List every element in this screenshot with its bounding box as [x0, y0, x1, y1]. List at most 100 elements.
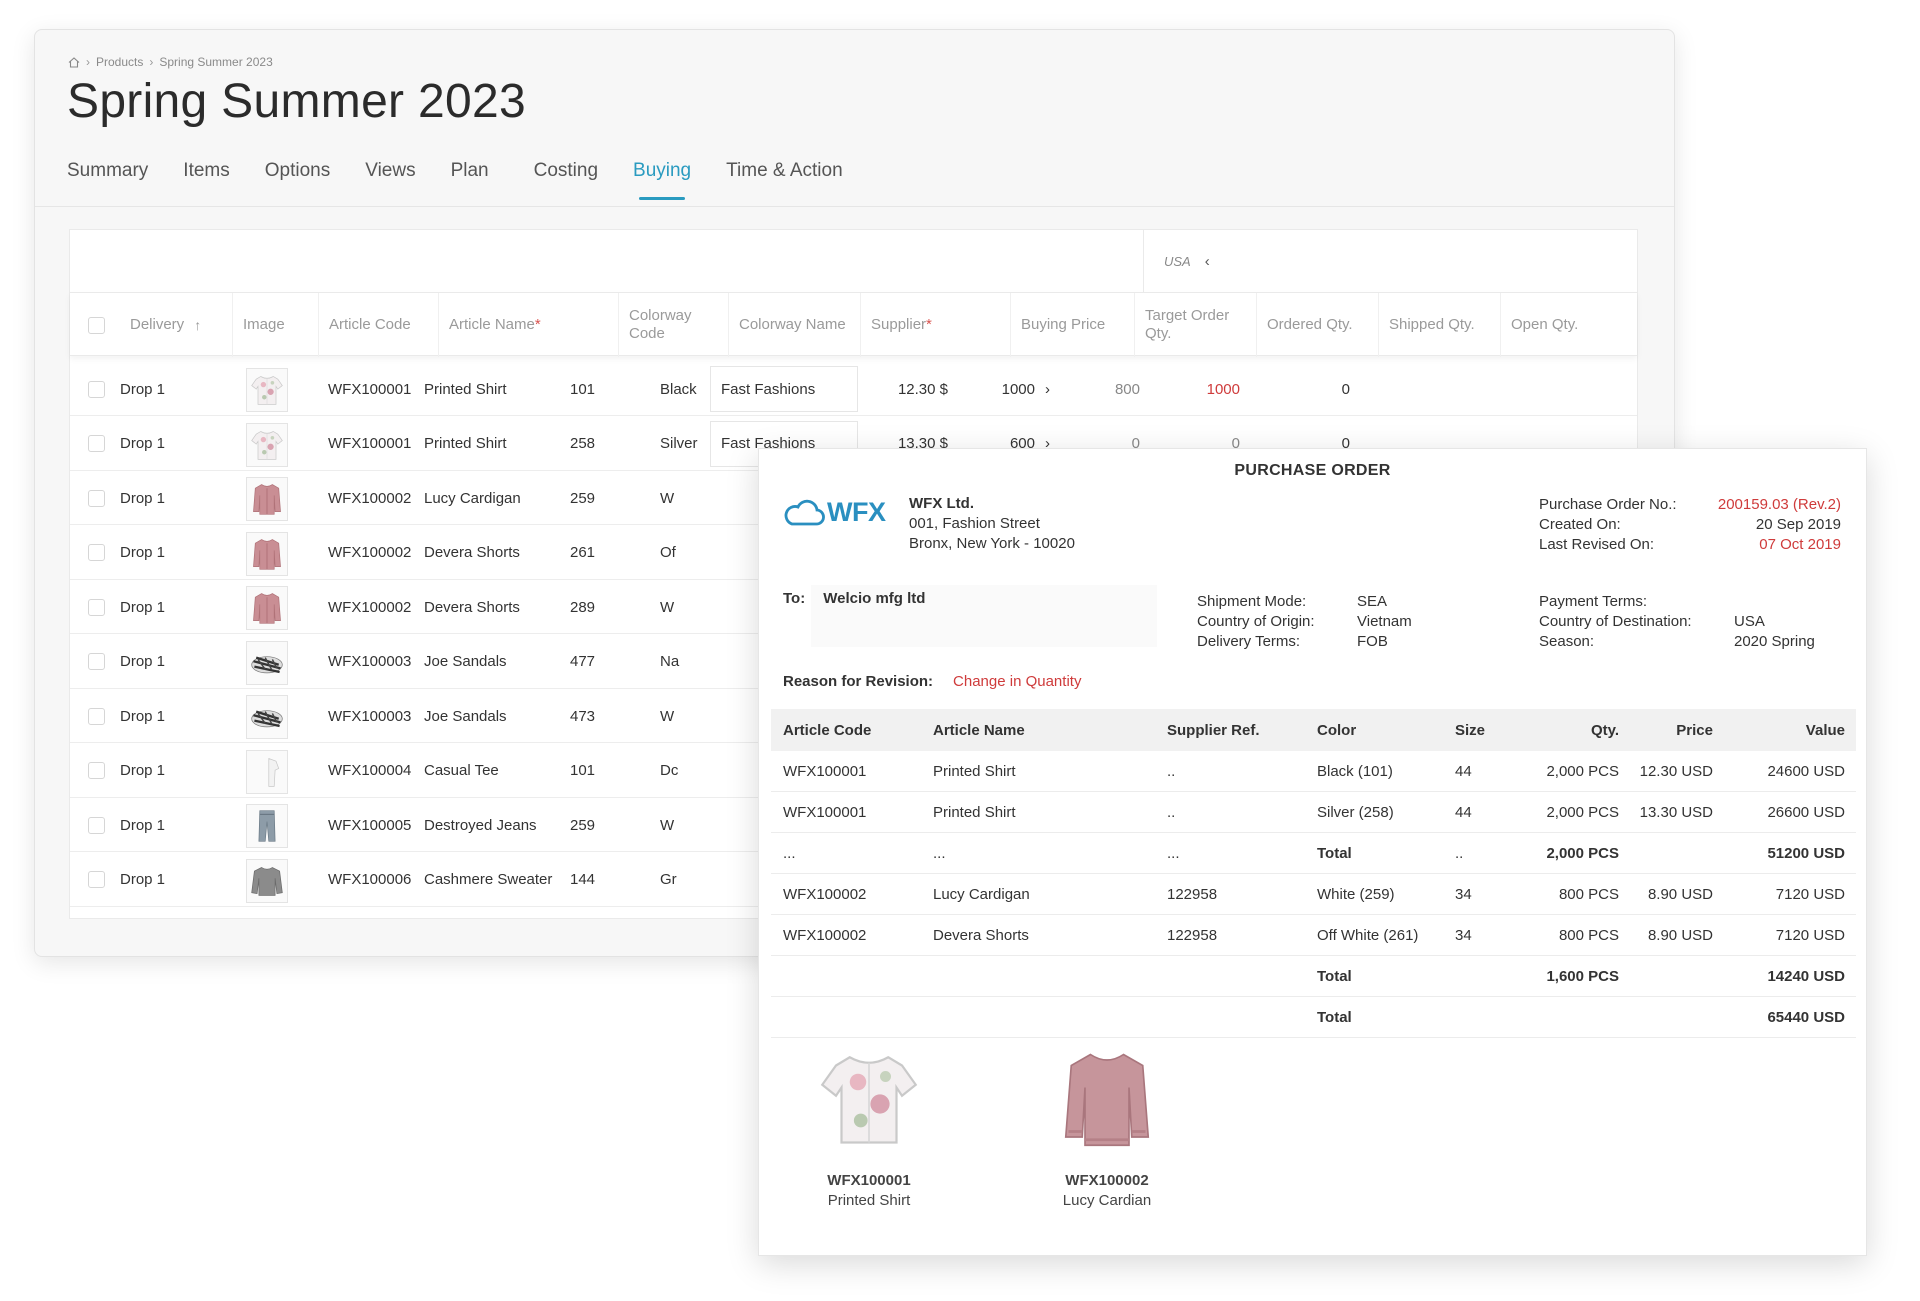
product-thumbnail[interactable]	[246, 640, 288, 685]
reason-label: Reason for Revision:	[783, 673, 934, 690]
product-thumbnail[interactable]	[246, 858, 288, 903]
tab-summary[interactable]: Summary	[67, 160, 148, 200]
row-checkbox[interactable]	[88, 489, 105, 507]
po-line-row: WFX100002 Devera Shorts 122958 Off White (2…	[771, 915, 1856, 956]
po-cell-supplier-ref: 122958	[1167, 926, 1218, 944]
page-title: Spring Summer 2023	[67, 75, 526, 128]
cell-article-code: WFX100002	[328, 489, 412, 507]
header-open-qty[interactable]: Open Qty.	[1500, 293, 1637, 357]
header-shipped-qty[interactable]: Shipped Qty.	[1378, 293, 1500, 357]
product-thumbnail[interactable]	[246, 477, 288, 521]
product-thumbnail[interactable]	[246, 586, 288, 630]
po-cell-price	[1623, 833, 1713, 873]
sort-up-icon[interactable]: ↑	[194, 316, 201, 334]
cell-article-code: WFX100003	[328, 653, 412, 670]
cell-colorway-name: W	[660, 707, 675, 725]
po-cell-article-name: Devera Shorts	[933, 926, 1029, 944]
home-icon[interactable]	[68, 56, 80, 68]
po-cell-supplier-ref: 122958	[1167, 885, 1218, 903]
row-checkbox[interactable]	[88, 707, 105, 725]
row-checkbox-cell	[88, 417, 105, 471]
po-cell-color: Black (101)	[1317, 762, 1393, 780]
row-checkbox[interactable]	[88, 653, 105, 670]
breadcrumb-products[interactable]: Products	[96, 55, 143, 69]
product-thumbnail[interactable]	[246, 531, 288, 576]
chevron-left-icon[interactable]: ‹	[1205, 253, 1210, 270]
tab-items[interactable]: Items	[183, 160, 229, 200]
row-checkbox[interactable]	[88, 544, 105, 561]
breadcrumb-current: Spring Summer 2023	[159, 55, 273, 69]
row-checkbox-cell	[88, 471, 105, 525]
cell-colorway-code: 473	[570, 707, 596, 725]
supplier-field[interactable]: Fast Fashions	[710, 366, 858, 412]
row-checkbox-cell	[88, 689, 105, 743]
tab-costing[interactable]: Costing	[534, 160, 598, 200]
row-checkbox[interactable]	[88, 380, 105, 398]
table-row[interactable]: Drop 1 WFX100001 Printed Shirt 101 Black Fast…	[70, 362, 1637, 416]
po-cell-article-code: WFX100002	[783, 885, 867, 903]
target-qty-field[interactable]: 1000 ›	[950, 362, 1050, 416]
row-checkbox[interactable]	[88, 762, 105, 779]
header-supplier-label: Supplier	[871, 316, 927, 333]
header-colorway-name[interactable]: Colorway Name	[728, 293, 860, 357]
row-checkbox[interactable]	[88, 816, 105, 834]
company-name: WFX Ltd.	[909, 495, 974, 512]
tab-buying[interactable]: Buying	[633, 160, 691, 200]
header-buying-price[interactable]: Buying Price	[1010, 293, 1134, 357]
po-cell-article-name: Printed Shirt	[933, 762, 1016, 780]
header-delivery[interactable]: Delivery ↑	[120, 293, 232, 357]
purchase-order-panel: PURCHASE ORDER WFX WFX Ltd. 001, Fashion…	[758, 448, 1867, 1256]
row-checkbox[interactable]	[88, 598, 105, 616]
cell-article-code: WFX100002	[328, 544, 412, 561]
header-image[interactable]: Image	[232, 293, 318, 357]
product-code: WFX100002	[1065, 1172, 1149, 1189]
header-article-name[interactable]: Article Name *	[438, 293, 618, 357]
po-cell-price: 13.30 USD	[1639, 803, 1713, 821]
tab-time-action[interactable]: Time & Action	[726, 160, 843, 200]
product-thumbnail[interactable]	[246, 749, 288, 794]
tabs-divider	[35, 206, 1674, 207]
cell-article-name: Printed Shirt	[424, 380, 507, 398]
header-article-code[interactable]: Article Code	[318, 293, 438, 357]
product-thumbnail[interactable]	[246, 804, 288, 848]
company-address-line1: 001, Fashion Street	[909, 515, 1040, 532]
season-label: Season:	[1539, 633, 1595, 650]
cell-colorway-name: Na	[660, 653, 680, 670]
po-reason: Reason for Revision: Change in Quantity	[783, 673, 1081, 690]
po-cell-price	[1623, 956, 1713, 996]
payment-terms-label: Payment Terms:	[1539, 593, 1648, 610]
tab-views[interactable]: Views	[365, 160, 415, 200]
row-checkbox[interactable]	[88, 435, 105, 452]
logo-text: WFX	[827, 497, 886, 527]
product-thumbnail[interactable]	[246, 368, 288, 412]
tab-plan[interactable]: Plan	[451, 160, 489, 200]
row-checkbox[interactable]	[88, 871, 105, 888]
po-cell-value: 65440 USD	[1767, 1008, 1845, 1026]
cell-delivery: Drop 1	[120, 435, 166, 452]
cell-colorway-name: Dc	[660, 762, 679, 779]
select-all-checkbox[interactable]	[88, 316, 105, 334]
header-supplier[interactable]: Supplier *	[860, 293, 1010, 357]
cell-shipped-qty: 1000	[1206, 380, 1240, 398]
po-cell-qty: 800 PCS	[1558, 885, 1619, 903]
required-marker: *	[926, 316, 932, 333]
cell-colorway-name: W	[660, 598, 675, 616]
tab-options[interactable]: Options	[265, 160, 330, 200]
po-cell-color: Total	[1317, 1008, 1352, 1026]
po-shipment: Shipment Mode: SEA Country of Origin: Vi…	[1197, 592, 1412, 652]
header-ordered-qty[interactable]: Ordered Qty.	[1256, 293, 1378, 357]
destination-label: Country of Destination:	[1539, 613, 1692, 630]
po-cell-size: 44	[1455, 762, 1472, 780]
po-number-label: Purchase Order No.:	[1539, 496, 1677, 513]
product-thumbnail[interactable]	[246, 695, 288, 739]
chevron-right-icon[interactable]: ›	[1045, 381, 1050, 398]
po-line-row: WFX100001 Printed Shirt.. Black (101) 44 2,0…	[771, 751, 1856, 792]
product-thumbnail[interactable]	[246, 422, 288, 467]
po-cell-article-code: WFX100001	[783, 762, 867, 780]
cell-delivery: Drop 1	[120, 871, 166, 888]
header-colorway-code[interactable]: Colorway Code	[618, 293, 728, 357]
po-header-supplier-ref: Supplier Ref.	[1167, 721, 1260, 739]
cell-article-code: WFX100006	[328, 871, 412, 888]
header-target-order-qty[interactable]: Target Order Qty.	[1134, 293, 1256, 357]
po-cell-article-code: WFX100002	[783, 926, 867, 944]
